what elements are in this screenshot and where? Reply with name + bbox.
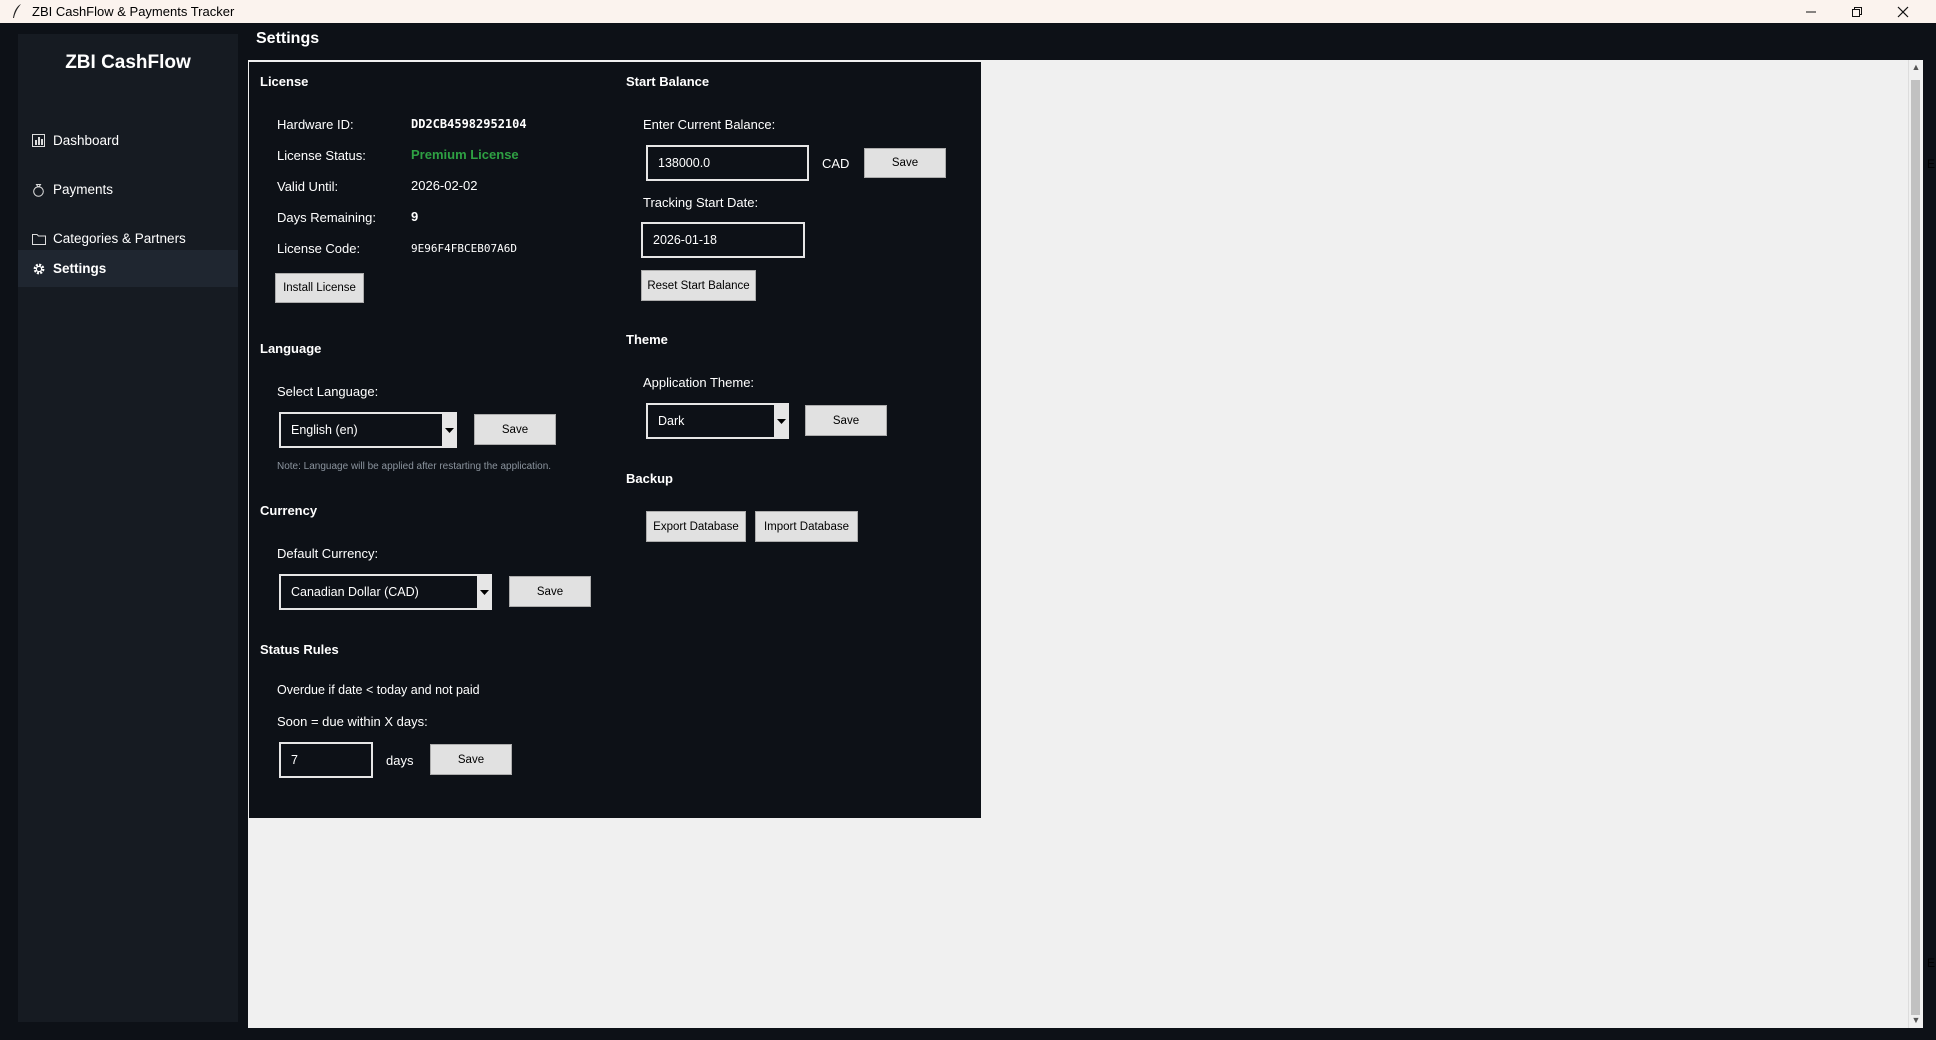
install-license-button[interactable]: Install License <box>275 273 364 303</box>
close-icon <box>1897 6 1909 17</box>
license-section-title: License <box>260 74 309 89</box>
gear-icon <box>32 262 46 276</box>
tracking-start-date-input[interactable]: 2026-01-18 <box>641 222 805 258</box>
theme-select-value: Dark <box>658 414 685 428</box>
start-balance-section-title: Start Balance <box>626 74 710 89</box>
current-balance-label: Enter Current Balance: <box>643 117 776 132</box>
application-theme-label: Application Theme: <box>643 375 755 390</box>
balance-save-button[interactable]: Save <box>864 148 946 178</box>
theme-save-button[interactable]: Save <box>805 405 887 436</box>
settings-panel: License Hardware ID: DD2CB45982952104 Li… <box>249 62 981 818</box>
sidebar: ZBI CashFlow Dashboard Payments Categori… <box>18 34 238 1022</box>
sidebar-item-settings[interactable]: Settings <box>18 250 238 287</box>
page-title: Settings <box>256 30 320 47</box>
license-status-value: Premium License <box>411 147 519 162</box>
valid-until-label: Valid Until: <box>277 179 339 194</box>
restore-button[interactable] <box>1834 0 1880 23</box>
status-rules-save-button[interactable]: Save <box>430 744 512 775</box>
chevron-down-icon[interactable] <box>774 403 789 439</box>
currency-save-button[interactable]: Save <box>509 576 591 607</box>
close-button[interactable] <box>1880 0 1926 23</box>
hardware-id-value: DD2CB45982952104 <box>411 117 527 131</box>
currency-select[interactable]: Canadian Dollar (CAD) <box>279 574 492 610</box>
sidebar-item-payments[interactable]: Payments <box>18 171 238 208</box>
chevron-down-icon[interactable] <box>477 574 492 610</box>
license-code-label: License Code: <box>277 241 361 256</box>
theme-section-title: Theme <box>626 332 668 347</box>
window-title-bar: ZBI CashFlow & Payments Tracker <box>0 0 1936 23</box>
overdue-rule-text: Overdue if date < today and not paid <box>277 683 480 697</box>
language-note: Note: Language will be applied after res… <box>277 461 552 472</box>
language-select[interactable]: English (en) <box>279 412 457 448</box>
money-bag-icon <box>32 183 46 197</box>
export-database-button[interactable]: Export Database <box>646 511 746 542</box>
soon-days-input[interactable]: 7 <box>279 742 373 778</box>
scroll-down-icon[interactable]: ▼ <box>1909 1015 1923 1025</box>
minimize-button[interactable] <box>1788 0 1834 23</box>
scroll-up-icon[interactable]: ▲ <box>1909 62 1923 72</box>
edge-glyph: E <box>1927 157 1936 171</box>
sidebar-item-label: Payments <box>53 182 114 197</box>
import-database-button[interactable]: Import Database <box>755 511 858 542</box>
currency-section-title: Currency <box>260 503 318 518</box>
current-balance-input[interactable]: 138000.0 <box>646 145 809 181</box>
days-remaining-value: 9 <box>411 209 419 224</box>
license-status-label: License Status: <box>277 148 366 163</box>
balance-currency-unit: CAD <box>822 156 850 171</box>
restore-icon <box>1852 6 1862 17</box>
vertical-scrollbar[interactable]: ▲ ▼ <box>1908 60 1923 1028</box>
feather-pen-icon <box>13 4 21 18</box>
sidebar-item-label: Categories & Partners <box>53 231 186 246</box>
window-title: ZBI CashFlow & Payments Tracker <box>32 4 235 19</box>
days-remaining-label: Days Remaining: <box>277 210 376 225</box>
default-currency-label: Default Currency: <box>277 546 379 561</box>
folder-icon <box>32 232 46 246</box>
hardware-id-label: Hardware ID: <box>277 117 354 132</box>
status-rules-section-title: Status Rules <box>260 642 339 657</box>
app-brand: ZBI CashFlow <box>65 52 191 73</box>
language-section-title: Language <box>260 341 322 356</box>
sidebar-item-dashboard[interactable]: Dashboard <box>18 122 238 159</box>
reset-start-balance-button[interactable]: Reset Start Balance <box>641 270 756 301</box>
license-code-value: 9E96F4FBCEB07A6D <box>411 242 517 255</box>
tracking-start-date-label: Tracking Start Date: <box>643 195 759 210</box>
backup-section-title: Backup <box>626 471 673 486</box>
select-language-label: Select Language: <box>277 384 379 399</box>
sidebar-item-label: Settings <box>53 261 107 276</box>
chevron-down-icon[interactable] <box>442 412 457 448</box>
language-select-value: English (en) <box>291 423 358 437</box>
currency-select-value: Canadian Dollar (CAD) <box>291 585 419 599</box>
valid-until-value: 2026-02-02 <box>411 178 478 193</box>
language-save-button[interactable]: Save <box>474 414 556 445</box>
bar-chart-icon <box>32 134 46 148</box>
minimize-icon <box>1806 11 1816 12</box>
days-unit-label: days <box>386 753 414 768</box>
theme-select[interactable]: Dark <box>646 403 789 439</box>
soon-rule-label: Soon = due within X days: <box>277 714 428 729</box>
scrollbar-thumb[interactable] <box>1911 80 1920 1015</box>
edge-glyph: E <box>1927 956 1936 970</box>
sidebar-item-label: Dashboard <box>53 133 120 148</box>
